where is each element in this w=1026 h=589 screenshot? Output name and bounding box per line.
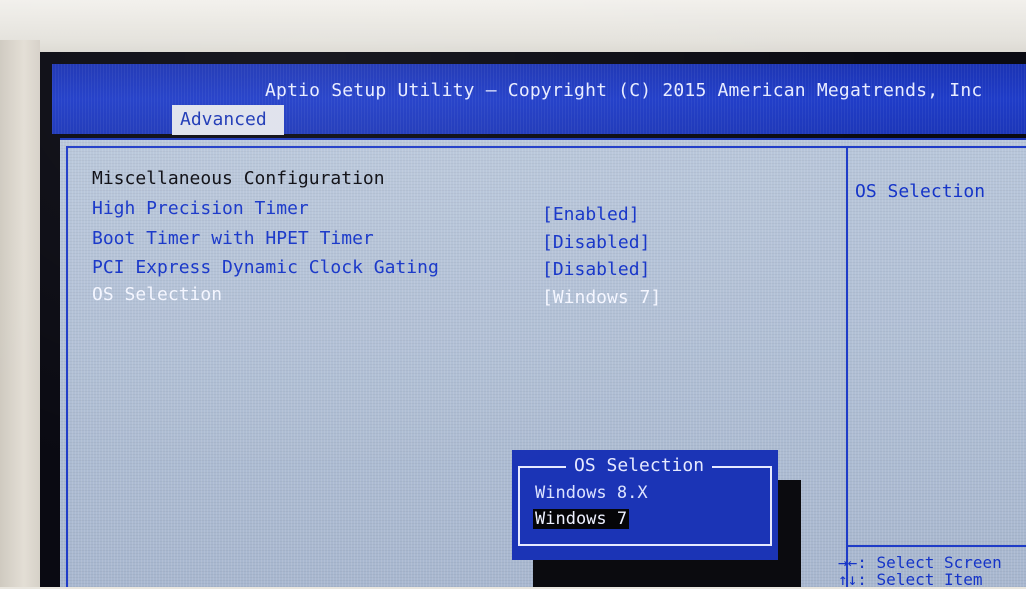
setting-pcie-clock-gating-value[interactable]: [Disabled]	[542, 259, 650, 280]
setting-boot-timer-hpet-value[interactable]: [Disabled]	[542, 232, 650, 253]
hint-select-item-text: Select Item	[876, 570, 983, 589]
setting-os-selection-value[interactable]: [Windows 7]	[542, 287, 661, 308]
monitor-bezel-top	[0, 0, 1026, 58]
help-divider	[846, 146, 848, 587]
monitor-bezel-left	[0, 40, 40, 587]
popup-option-windows-8x[interactable]: Windows 8.X	[535, 483, 648, 503]
popup-option-windows-7[interactable]: Windows 7	[533, 509, 630, 529]
help-separator	[848, 545, 1026, 547]
help-text: OS Selection	[855, 181, 986, 202]
setting-high-precision-timer-value[interactable]: [Enabled]	[542, 204, 640, 225]
popup-title: OS Selection	[566, 455, 713, 476]
setting-os-selection-label[interactable]: OS Selection	[92, 284, 222, 305]
setting-pcie-clock-gating-label[interactable]: PCI Express Dynamic Clock Gating	[92, 257, 439, 278]
section-title: Miscellaneous Configuration	[92, 168, 385, 189]
bios-title: Aptio Setup Utility – Copyright (C) 2015…	[265, 80, 983, 101]
arrow-up-down-icon: ↑↓:	[838, 570, 867, 589]
setting-boot-timer-hpet-label[interactable]: Boot Timer with HPET Timer	[92, 228, 374, 249]
popup-border	[518, 466, 772, 546]
tab-advanced[interactable]: Advanced	[172, 105, 284, 135]
hint-select-item: ↑↓: Select Item	[838, 570, 983, 589]
setting-high-precision-timer-label[interactable]: High Precision Timer	[92, 198, 309, 219]
